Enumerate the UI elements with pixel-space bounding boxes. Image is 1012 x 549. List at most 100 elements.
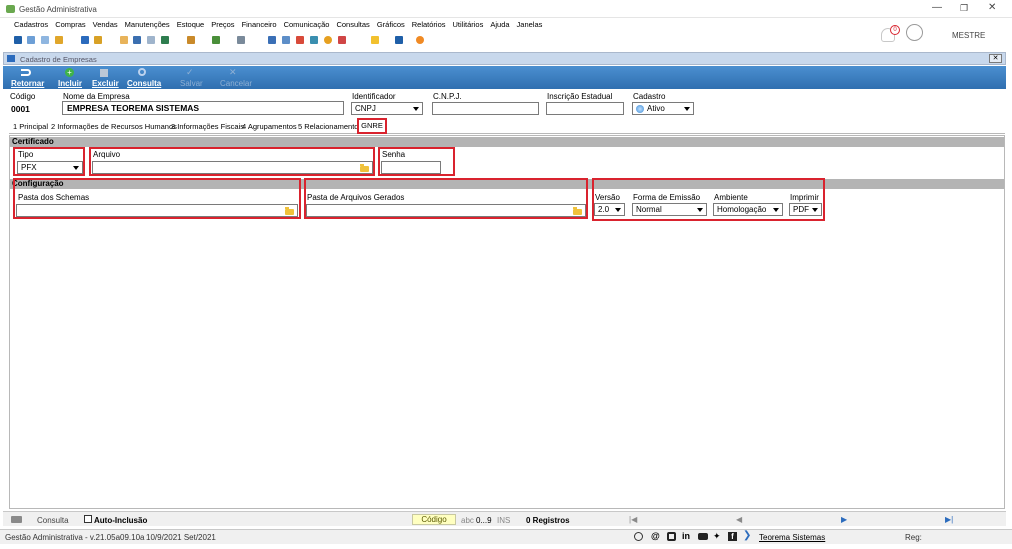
people-icon[interactable]	[27, 36, 35, 44]
cnpj-field[interactable]	[432, 102, 539, 115]
schemas-field[interactable]	[16, 204, 298, 217]
catalog-icon[interactable]	[41, 36, 49, 44]
tab-agrupamentos[interactable]: 4 Agrupamentos	[242, 122, 297, 131]
folder-icon[interactable]	[573, 207, 582, 215]
version-text: Gestão Administrativa - v.21.05a09.10a	[5, 533, 145, 542]
report-icon[interactable]	[268, 36, 276, 44]
abc-mode[interactable]: abc	[461, 516, 474, 525]
retornar-button[interactable]: Retornar	[9, 67, 45, 88]
tipo-select[interactable]: PFX	[17, 161, 83, 174]
menu-item-consultas[interactable]: Consultas	[336, 20, 369, 29]
consulta-button[interactable]: Consulta	[124, 67, 161, 88]
keyboard-icon[interactable]	[11, 516, 22, 523]
new-document-icon[interactable]	[14, 36, 22, 44]
calc-icon[interactable]	[81, 36, 89, 44]
tab-gnre[interactable]: GNRE	[357, 118, 387, 134]
nome-empresa-field[interactable]: EMPRESA TEOREMA SISTEMAS	[62, 101, 344, 115]
gerados-field[interactable]	[306, 204, 586, 217]
codigo-label: Código	[10, 92, 36, 101]
menu-item-compras[interactable]: Compras	[55, 20, 85, 29]
star-icon[interactable]	[371, 36, 379, 44]
cart-icon[interactable]	[161, 36, 169, 44]
user-icon[interactable]	[120, 36, 128, 44]
notification-badge: 0	[890, 25, 900, 35]
email-icon[interactable]: @	[651, 531, 660, 541]
folder-icon[interactable]	[285, 207, 294, 215]
forma-emissao-select[interactable]: Normal	[632, 203, 707, 216]
excluir-button[interactable]: Excluir	[89, 67, 119, 88]
auto-inclusao-label: Auto-Inclusão	[94, 516, 148, 525]
smiley-icon[interactable]	[416, 36, 424, 44]
folder-icon[interactable]	[360, 164, 369, 172]
child-window-title-bar: Cadastro de Empresas ✕	[3, 52, 1006, 65]
facebook-icon[interactable]: f	[728, 532, 737, 541]
menu-item-graficos[interactable]: Gráficos	[377, 20, 405, 29]
menu-item-utilitarios[interactable]: Utilitários	[453, 20, 484, 29]
salvar-button[interactable]: ✓ Salvar	[175, 67, 205, 88]
calendar-icon[interactable]	[296, 36, 304, 44]
cancelar-button[interactable]: ✕ Cancelar	[215, 67, 252, 88]
bank-icon[interactable]	[133, 36, 141, 44]
twitter-icon[interactable]: ✦	[713, 531, 721, 542]
menu-item-comunicacao[interactable]: Comunicação	[284, 20, 330, 29]
menu-item-financeiro[interactable]: Financeiro	[242, 20, 277, 29]
arquivo-label: Arquivo	[93, 150, 121, 159]
auto-inclusao-checkbox[interactable]	[84, 515, 92, 523]
printer-icon[interactable]	[237, 36, 245, 44]
tab-relacionamentos[interactable]: 5 Relacionamentos	[298, 122, 362, 131]
menu-item-relatorios[interactable]: Relatórios	[412, 20, 446, 29]
globe-icon[interactable]	[634, 532, 643, 541]
first-record-icon[interactable]: |◀	[629, 515, 637, 524]
tools-icon[interactable]	[94, 36, 102, 44]
status-bar: Gestão Administrativa - v.21.05a09.10a 1…	[0, 529, 1012, 544]
app-title-bar: Gestão Administrativa — ❐ ✕	[0, 0, 1012, 18]
tab-informacoes-fiscais[interactable]: 3 Informações Fiscais	[171, 122, 244, 131]
ambiente-select[interactable]: Homologação	[713, 203, 783, 216]
imprimir-select[interactable]: PDF	[789, 203, 822, 216]
next-record-icon[interactable]: ▶	[841, 515, 847, 524]
restore-button[interactable]: ❐	[960, 3, 968, 14]
chevron-down-icon	[697, 208, 703, 212]
menu-item-vendas[interactable]: Vendas	[93, 20, 118, 29]
incluir-button[interactable]: + Incluir	[55, 67, 85, 88]
linkedin-icon[interactable]: in	[682, 531, 690, 541]
child-close-button[interactable]: ✕	[989, 54, 1002, 63]
identificador-label: Identificador	[352, 92, 396, 101]
codigo-search-mode[interactable]: Código	[412, 514, 456, 525]
menu-item-ajuda[interactable]: Ajuda	[490, 20, 509, 29]
menu-item-estoque[interactable]: Estoque	[177, 20, 205, 29]
last-record-icon[interactable]: ▶|	[945, 515, 953, 524]
close-button[interactable]: ✕	[988, 2, 996, 13]
money-icon[interactable]	[212, 36, 220, 44]
senha-field[interactable]	[381, 161, 441, 174]
menu-item-cadastros[interactable]: Cadastros	[14, 20, 48, 29]
identificador-select[interactable]: CNPJ	[351, 102, 423, 115]
chart-icon[interactable]	[338, 36, 346, 44]
menu-item-manutencoes[interactable]: Manutenções	[125, 20, 170, 29]
youtube-icon[interactable]	[698, 533, 708, 540]
instagram-icon[interactable]	[667, 532, 676, 541]
clock-icon[interactable]	[324, 36, 332, 44]
tab-recursos-humanos[interactable]: 2 Informações de Recursos Humanos	[51, 122, 177, 131]
box-icon[interactable]	[187, 36, 195, 44]
folder-icon[interactable]	[55, 36, 63, 44]
company-link[interactable]: Teorema Sistemas	[759, 533, 825, 542]
consulta-label[interactable]: Consulta	[37, 516, 69, 525]
codigo-value: 0001	[11, 104, 30, 114]
user-avatar-icon[interactable]	[906, 24, 923, 41]
prev-record-icon[interactable]: ◀	[736, 515, 742, 524]
cadastro-select[interactable]: Ativo	[632, 102, 694, 115]
check-icon: ✓	[186, 67, 194, 77]
menu-item-janelas[interactable]: Janelas	[517, 20, 543, 29]
minimize-button[interactable]: —	[932, 2, 942, 13]
table-icon[interactable]	[282, 36, 290, 44]
versao-select[interactable]: 2.0	[594, 203, 625, 216]
tab-principal[interactable]: 1 Principal	[13, 122, 48, 131]
inscricao-estadual-field[interactable]	[546, 102, 624, 115]
arquivo-field[interactable]	[92, 161, 373, 174]
book-icon[interactable]	[147, 36, 155, 44]
range-mode[interactable]: 0...9	[476, 516, 492, 525]
calendar-small-icon[interactable]	[395, 36, 403, 44]
truck-icon[interactable]	[310, 36, 318, 44]
menu-item-precos[interactable]: Preços	[211, 20, 234, 29]
